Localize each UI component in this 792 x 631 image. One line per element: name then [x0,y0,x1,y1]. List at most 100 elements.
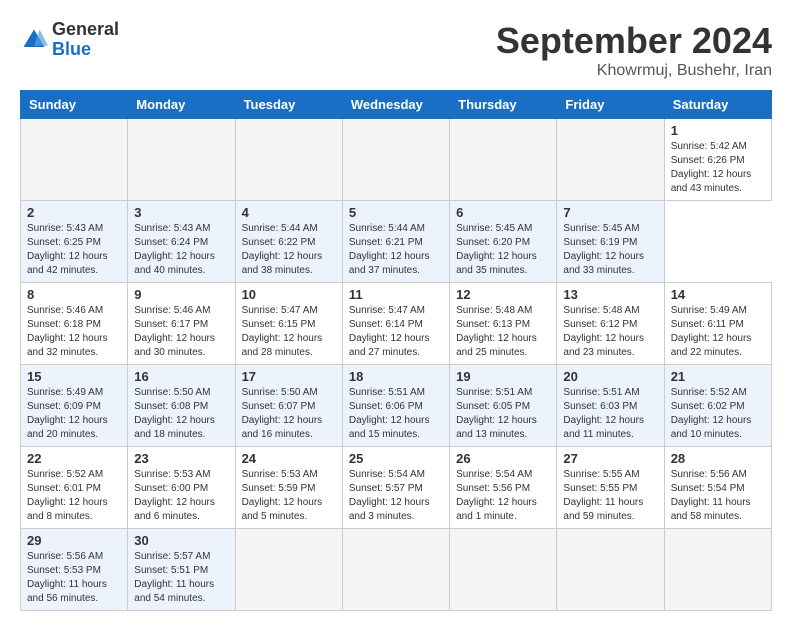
calendar-cell: 18 Sunrise: 5:51 AMSunset: 6:06 PMDayligh… [342,365,449,447]
calendar-cell [235,529,342,611]
day-info: Sunrise: 5:51 AMSunset: 6:03 PMDaylight:… [563,386,657,442]
day-number: 21 [671,369,765,384]
calendar-cell: 21 Sunrise: 5:52 AMSunset: 6:02 PMDayligh… [664,365,771,447]
day-info: Sunrise: 5:49 AMSunset: 6:11 PMDaylight:… [671,304,765,360]
day-number: 12 [456,287,550,302]
logo: General Blue [20,20,119,60]
day-info: Sunrise: 5:54 AMSunset: 5:57 PMDaylight:… [349,468,443,524]
calendar-cell: 12 Sunrise: 5:48 AMSunset: 6:13 PMDayligh… [450,283,557,365]
calendar-cell: 25 Sunrise: 5:54 AMSunset: 5:57 PMDayligh… [342,447,449,529]
calendar-cell: 6 Sunrise: 5:45 AMSunset: 6:20 PMDaylight… [450,201,557,283]
day-number: 26 [456,451,550,466]
day-number: 9 [134,287,228,302]
day-info: Sunrise: 5:53 AMSunset: 6:00 PMDaylight:… [134,468,228,524]
calendar-table: SundayMondayTuesdayWednesdayThursdayFrid… [20,90,772,611]
day-info: Sunrise: 5:48 AMSunset: 6:13 PMDaylight:… [456,304,550,360]
calendar-cell: 5 Sunrise: 5:44 AMSunset: 6:21 PMDaylight… [342,201,449,283]
day-info: Sunrise: 5:46 AMSunset: 6:17 PMDaylight:… [134,304,228,360]
calendar-cell: 26Sunrise: 5:54 AMSunset: 5:56 PMDayligh… [450,447,557,529]
calendar-cell: 27 Sunrise: 5:55 AMSunset: 5:55 PMDayligh… [557,447,664,529]
day-info: Sunrise: 5:57 AMSunset: 5:51 PMDaylight:… [134,550,228,606]
day-number: 15 [27,369,121,384]
day-number: 16 [134,369,228,384]
day-number: 18 [349,369,443,384]
day-number: 27 [563,451,657,466]
day-info: Sunrise: 5:50 AMSunset: 6:07 PMDaylight:… [242,386,336,442]
day-info: Sunrise: 5:44 AMSunset: 6:21 PMDaylight:… [349,222,443,278]
day-number: 7 [563,205,657,220]
month-title: September 2024 [496,20,772,62]
calendar-cell [342,119,449,201]
calendar-week-5: 22 Sunrise: 5:52 AMSunset: 6:01 PMDayligh… [21,447,772,529]
day-info: Sunrise: 5:52 AMSunset: 6:01 PMDaylight:… [27,468,121,524]
calendar-cell: 7 Sunrise: 5:45 AMSunset: 6:19 PMDaylight… [557,201,664,283]
day-number: 25 [349,451,443,466]
calendar-cell [128,119,235,201]
calendar-cell: 16Sunrise: 5:50 AMSunset: 6:08 PMDayligh… [128,365,235,447]
calendar-cell: 2Sunrise: 5:43 AMSunset: 6:25 PMDaylight… [21,201,128,283]
day-number: 13 [563,287,657,302]
calendar-cell: 1 Sunrise: 5:42 AMSunset: 6:26 PMDaylight… [664,119,771,201]
calendar-cell [664,529,771,611]
header-tuesday: Tuesday [235,91,342,119]
calendar-cell: 15Sunrise: 5:49 AMSunset: 6:09 PMDayligh… [21,365,128,447]
calendar-cell: 29 Sunrise: 5:56 AMSunset: 5:53 PMDayligh… [21,529,128,611]
calendar-cell: 22 Sunrise: 5:52 AMSunset: 6:01 PMDayligh… [21,447,128,529]
calendar-cell: 24Sunrise: 5:53 AMSunset: 5:59 PMDayligh… [235,447,342,529]
header-saturday: Saturday [664,91,771,119]
calendar-cell: 3 Sunrise: 5:43 AMSunset: 6:24 PMDaylight… [128,201,235,283]
calendar-cell: 23 Sunrise: 5:53 AMSunset: 6:00 PMDayligh… [128,447,235,529]
day-number: 23 [134,451,228,466]
day-number: 17 [242,369,336,384]
day-info: Sunrise: 5:46 AMSunset: 6:18 PMDaylight:… [27,304,121,360]
day-info: Sunrise: 5:51 AMSunset: 6:05 PMDaylight:… [456,386,550,442]
day-number: 19 [456,369,550,384]
day-info: Sunrise: 5:42 AMSunset: 6:26 PMDaylight:… [671,140,765,196]
day-number: 5 [349,205,443,220]
day-number: 22 [27,451,121,466]
header-thursday: Thursday [450,91,557,119]
day-number: 29 [27,533,121,548]
logo-general: General [52,20,119,40]
header-sunday: Sunday [21,91,128,119]
day-number: 1 [671,123,765,138]
day-info: Sunrise: 5:55 AMSunset: 5:55 PMDaylight:… [563,468,657,524]
calendar-cell [450,119,557,201]
day-info: Sunrise: 5:47 AMSunset: 6:14 PMDaylight:… [349,304,443,360]
day-info: Sunrise: 5:52 AMSunset: 6:02 PMDaylight:… [671,386,765,442]
calendar-cell: 30 Sunrise: 5:57 AMSunset: 5:51 PMDayligh… [128,529,235,611]
calendar-cell: 13Sunrise: 5:48 AMSunset: 6:12 PMDayligh… [557,283,664,365]
calendar-cell: 17 Sunrise: 5:50 AMSunset: 6:07 PMDayligh… [235,365,342,447]
header-wednesday: Wednesday [342,91,449,119]
day-info: Sunrise: 5:45 AMSunset: 6:19 PMDaylight:… [563,222,657,278]
calendar-cell [450,529,557,611]
calendar-cell: 14 Sunrise: 5:49 AMSunset: 6:11 PMDayligh… [664,283,771,365]
calendar-cell [235,119,342,201]
logo-blue: Blue [52,40,119,60]
calendar-cell: 28Sunrise: 5:56 AMSunset: 5:54 PMDayligh… [664,447,771,529]
calendar-cell: 9 Sunrise: 5:46 AMSunset: 6:17 PMDaylight… [128,283,235,365]
day-info: Sunrise: 5:47 AMSunset: 6:15 PMDaylight:… [242,304,336,360]
calendar-cell: 19 Sunrise: 5:51 AMSunset: 6:05 PMDayligh… [450,365,557,447]
calendar-cell: 4Sunrise: 5:44 AMSunset: 6:22 PMDaylight… [235,201,342,283]
calendar-cell [557,119,664,201]
page-header: General Blue September 2024 Khowrmuj, Bu… [20,20,772,80]
day-number: 24 [242,451,336,466]
day-number: 30 [134,533,228,548]
day-info: Sunrise: 5:56 AMSunset: 5:54 PMDaylight:… [671,468,765,524]
day-number: 6 [456,205,550,220]
day-info: Sunrise: 5:56 AMSunset: 5:53 PMDaylight:… [27,550,121,606]
day-info: Sunrise: 5:43 AMSunset: 6:24 PMDaylight:… [134,222,228,278]
calendar-header-row: SundayMondayTuesdayWednesdayThursdayFrid… [21,91,772,119]
logo-icon [20,26,48,54]
day-number: 8 [27,287,121,302]
calendar-cell [557,529,664,611]
calendar-cell: 8 Sunrise: 5:46 AMSunset: 6:18 PMDaylight… [21,283,128,365]
day-info: Sunrise: 5:44 AMSunset: 6:22 PMDaylight:… [242,222,336,278]
day-info: Sunrise: 5:51 AMSunset: 6:06 PMDaylight:… [349,386,443,442]
day-info: Sunrise: 5:45 AMSunset: 6:20 PMDaylight:… [456,222,550,278]
calendar-week-4: 15Sunrise: 5:49 AMSunset: 6:09 PMDayligh… [21,365,772,447]
day-number: 10 [242,287,336,302]
day-number: 3 [134,205,228,220]
day-number: 14 [671,287,765,302]
